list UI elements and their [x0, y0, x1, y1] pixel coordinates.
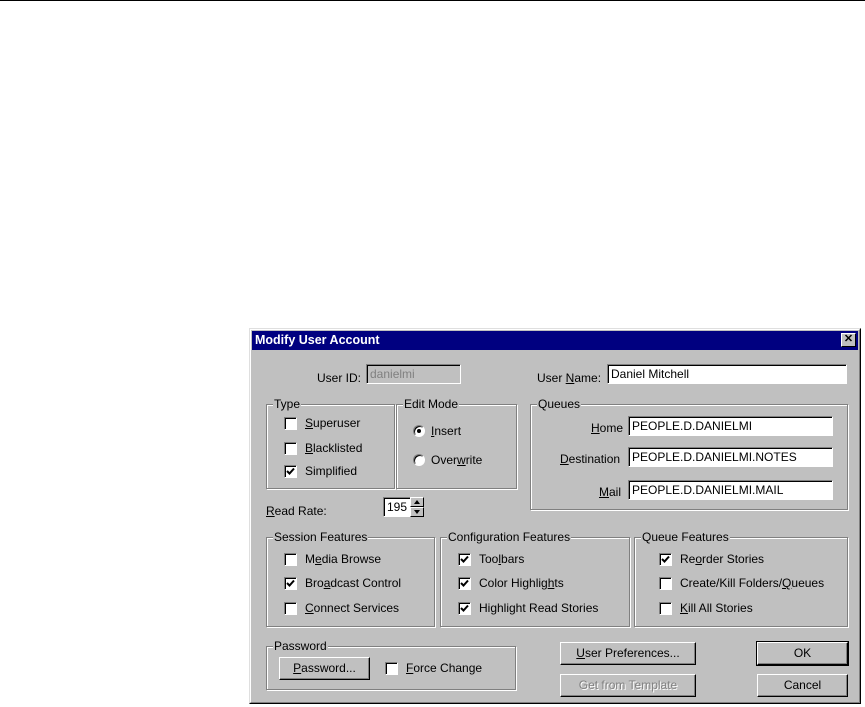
- read-rate-field[interactable]: 195: [383, 497, 411, 517]
- destination-label: Destination: [560, 452, 621, 466]
- toolbars-checkbox[interactable]: [458, 553, 471, 566]
- type-group-title: Type: [273, 397, 302, 411]
- mail-queue-field[interactable]: PEOPLE.D.DANIELMI.MAIL: [628, 480, 833, 500]
- user-preferences-button[interactable]: User Preferences...: [560, 642, 696, 665]
- superuser-label: Superuser: [305, 416, 361, 430]
- close-button[interactable]: ✕: [841, 333, 856, 347]
- user-name-field[interactable]: Daniel Mitchell: [607, 364, 847, 384]
- broadcast-control-label: Broadcast Control: [305, 576, 402, 590]
- checkmark-icon: [460, 555, 469, 563]
- force-change-label: Force Change: [406, 661, 483, 675]
- checkmark-icon: [460, 579, 469, 587]
- configuration-features-title: Configuration Features: [447, 530, 572, 544]
- ok-button[interactable]: OK: [756, 641, 849, 666]
- user-id-label: User ID:: [317, 371, 362, 385]
- user-name-label: User Name:: [537, 371, 602, 385]
- session-features-title: Session Features: [273, 530, 369, 544]
- modify-user-account-dialog: Modify User Account ✕ User ID: danielmi …: [249, 328, 861, 704]
- home-label: Home: [591, 421, 624, 435]
- create-kill-folders-checkbox[interactable]: [659, 577, 672, 590]
- reorder-stories-checkbox[interactable]: [659, 553, 672, 566]
- highlight-read-stories-checkbox[interactable]: [458, 602, 471, 615]
- spin-down-button[interactable]: [410, 507, 424, 517]
- checkmark-icon: [661, 555, 670, 563]
- dialog-title: Modify User Account: [255, 333, 380, 347]
- blacklisted-label: Blacklisted: [305, 441, 363, 455]
- password-group-title: Password: [273, 639, 328, 653]
- force-change-checkbox[interactable]: [385, 662, 398, 675]
- read-rate-spinner: [410, 497, 424, 517]
- checkmark-icon: [286, 467, 295, 475]
- arrow-up-icon: [414, 500, 420, 504]
- get-from-template-button[interactable]: Get from Template: [560, 674, 696, 697]
- edit-mode-group: Edit Mode: [396, 397, 517, 489]
- kill-all-stories-checkbox[interactable]: [659, 602, 672, 615]
- queue-features-title: Queue Features: [641, 530, 730, 544]
- home-queue-field[interactable]: PEOPLE.D.DANIELMI: [628, 416, 833, 436]
- password-button[interactable]: Password...: [279, 657, 370, 680]
- broadcast-control-checkbox[interactable]: [284, 577, 297, 590]
- create-kill-folders-label: Create/Kill Folders/Queues: [680, 576, 825, 590]
- overwrite-radio[interactable]: [413, 454, 425, 466]
- toolbars-label: Toolbars: [479, 552, 525, 566]
- simplified-label: Simplified: [305, 464, 358, 478]
- insert-radio[interactable]: [413, 425, 425, 437]
- arrow-down-icon: [414, 510, 420, 514]
- dialog-titlebar[interactable]: Modify User Account ✕: [252, 331, 858, 350]
- color-highlights-checkbox[interactable]: [458, 577, 471, 590]
- read-rate-label: Read Rate:: [266, 504, 327, 518]
- connect-services-label: Connect Services: [305, 601, 400, 615]
- user-id-field: danielmi: [366, 364, 461, 384]
- media-browse-checkbox[interactable]: [284, 553, 297, 566]
- queues-group-title: Queues: [537, 397, 582, 411]
- color-highlights-label: Color Highlights: [479, 576, 564, 590]
- reorder-stories-label: Reorder Stories: [680, 552, 765, 566]
- blacklisted-checkbox[interactable]: [284, 442, 297, 455]
- media-browse-label: Media Browse: [305, 552, 382, 566]
- cancel-button[interactable]: Cancel: [757, 674, 848, 697]
- top-rule: [0, 0, 865, 1]
- mail-label: Mail: [599, 485, 622, 499]
- simplified-checkbox[interactable]: [284, 465, 297, 478]
- superuser-checkbox[interactable]: [284, 417, 297, 430]
- insert-label: Insert: [431, 424, 462, 438]
- edit-mode-group-title: Edit Mode: [403, 397, 460, 411]
- checkmark-icon: [460, 604, 469, 612]
- overwrite-label: Overwrite: [431, 453, 483, 467]
- connect-services-checkbox[interactable]: [284, 602, 297, 615]
- checkmark-icon: [286, 579, 295, 587]
- spin-up-button[interactable]: [410, 497, 424, 507]
- highlight-read-stories-label: Highlight Read Stories: [479, 601, 599, 615]
- kill-all-stories-label: Kill All Stories: [680, 601, 753, 615]
- destination-queue-field[interactable]: PEOPLE.D.DANIELMI.NOTES: [628, 447, 833, 467]
- close-icon: ✕: [843, 333, 854, 345]
